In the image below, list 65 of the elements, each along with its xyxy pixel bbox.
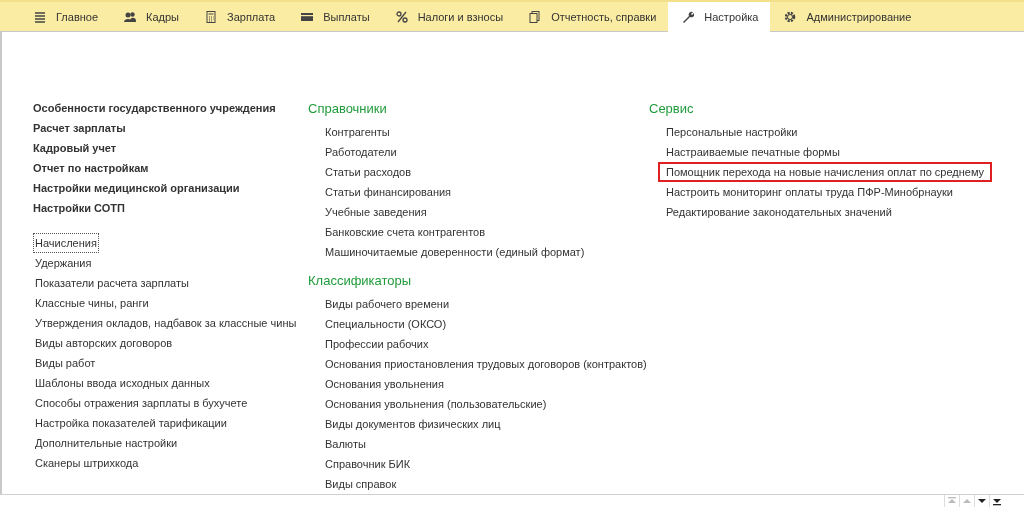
- catalog-link[interactable]: Работодатели: [323, 142, 399, 162]
- section-tab[interactable]: Главное: [20, 2, 111, 32]
- section-tab[interactable]: Администрирование: [770, 2, 924, 32]
- settings-link[interactable]: Классные чины, ранги: [33, 293, 151, 313]
- people-icon: [124, 11, 137, 23]
- settings-link[interactable]: Утверждения окладов, надбавок за классные чины: [33, 313, 299, 333]
- settings-link[interactable]: Удержания: [33, 253, 94, 273]
- section-tab[interactable]: Выплаты: [287, 2, 382, 32]
- service-link[interactable]: Настраиваемые печатные формы: [664, 142, 842, 162]
- catalog-link[interactable]: Виды справок: [323, 474, 399, 494]
- catalog-link[interactable]: Банковские счета контрагентов: [323, 222, 487, 242]
- settings-link[interactable]: Способы отражения зарплаты в бухучете: [33, 393, 250, 413]
- settings-link[interactable]: Отчет по настройкам: [33, 158, 308, 178]
- settings-link[interactable]: Виды работ: [33, 353, 98, 373]
- service-link[interactable]: Помощник перехода на новые начисления оплат по среднему: [658, 162, 993, 182]
- wallet-icon: [301, 11, 314, 23]
- gear-icon: [784, 11, 797, 23]
- settings-link[interactable]: Настройки медицинской организации: [33, 178, 308, 198]
- group-heading: Классификаторы: [308, 272, 413, 290]
- settings-link[interactable]: Кадровый учет: [33, 138, 308, 158]
- section-tab[interactable]: Налоги и взносы: [381, 2, 516, 32]
- settings-link[interactable]: Виды авторских договоров: [33, 333, 175, 353]
- settings-link[interactable]: Настройка показателей тарификации: [33, 413, 229, 433]
- group-heading: Сервис: [649, 100, 695, 118]
- catalog-link[interactable]: Основания увольнения (пользовательские): [323, 394, 549, 414]
- up-arrow-icon: [962, 496, 972, 506]
- settings-link[interactable]: Настройки СОТП: [33, 198, 308, 218]
- catalog-link[interactable]: Специальности (ОКСО): [323, 314, 449, 334]
- section-tab[interactable]: Отчетность, справки: [515, 2, 669, 32]
- catalog-link[interactable]: Основания приостановления трудовых договоров (контрактов): [323, 354, 649, 374]
- settings-link[interactable]: Начисления: [33, 233, 99, 253]
- section-tab[interactable]: Настройка: [668, 2, 771, 32]
- service-link[interactable]: Персональные настройки: [664, 122, 800, 142]
- catalog-link[interactable]: Валюты: [323, 434, 368, 454]
- documents-icon: [529, 11, 542, 23]
- catalog-link[interactable]: Справочник БИК: [323, 454, 413, 474]
- catalog-link[interactable]: Основания увольнения: [323, 374, 446, 394]
- catalog-link[interactable]: Виды документов физических лиц: [323, 414, 503, 434]
- group-heading: Справочники: [308, 100, 388, 118]
- settings-link[interactable]: Особенности государственного учреждения: [33, 98, 308, 118]
- list-icon: [34, 11, 46, 23]
- section-tab[interactable]: Зарплата: [191, 2, 288, 32]
- percent-icon: [395, 11, 408, 23]
- catalog-link[interactable]: Контрагенты: [323, 122, 392, 142]
- service-link[interactable]: Настроить мониторинг оплаты труда ПФР-Минобрнауки: [664, 182, 955, 202]
- catalog-link[interactable]: Виды рабочего времени: [323, 294, 452, 314]
- catalog-link[interactable]: Статьи финансирования: [323, 182, 454, 202]
- catalog-link[interactable]: Машиночитаемые доверенности (единый формат): [323, 242, 587, 262]
- settings-link[interactable]: Дополнительные настройки: [33, 433, 180, 453]
- settings-link[interactable]: Показатели расчета зарплаты: [33, 273, 191, 293]
- service-link[interactable]: Редактирование законодательных значений: [664, 202, 894, 222]
- settings-link[interactable]: Расчет зарплаты: [33, 118, 308, 138]
- scroll-button[interactable]: [974, 495, 989, 507]
- settings-link[interactable]: Шаблоны ввода исходных данных: [33, 373, 212, 393]
- settings-link[interactable]: Сканеры штрихкода: [33, 453, 141, 473]
- up-to-end-arrow-icon: [947, 496, 957, 506]
- calculator-icon: [205, 11, 217, 23]
- down-to-end-arrow-icon: [992, 496, 1002, 506]
- catalog-link[interactable]: Профессии рабочих: [323, 334, 431, 354]
- catalog-link[interactable]: Статьи расходов: [323, 162, 414, 182]
- scroll-button[interactable]: [989, 495, 1004, 507]
- catalog-link[interactable]: Учебные заведения: [323, 202, 429, 222]
- wrench-icon: [682, 11, 695, 23]
- down-arrow-icon: [977, 496, 987, 506]
- section-tab[interactable]: Кадры: [110, 2, 191, 32]
